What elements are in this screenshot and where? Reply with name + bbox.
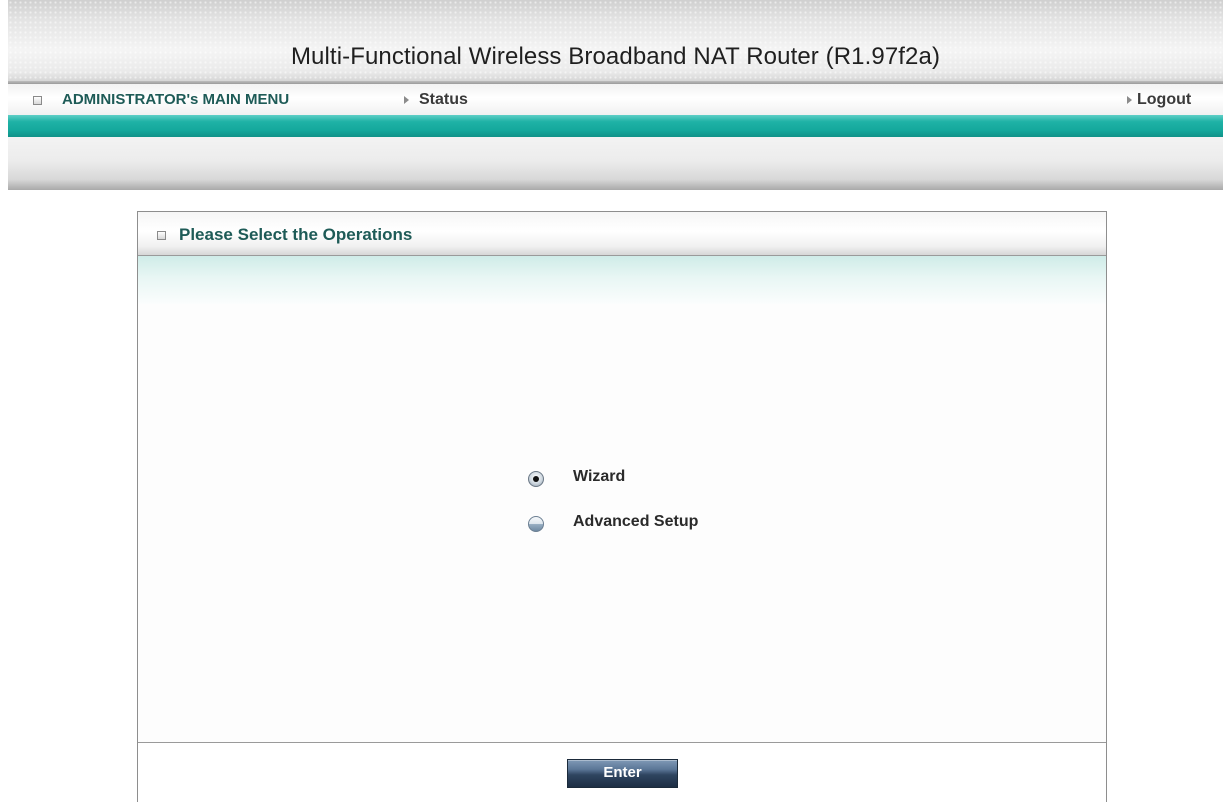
admin-main-menu-label: ADMINISTRATOR's MAIN MENU: [62, 91, 290, 108]
teal-accent-band: [8, 115, 1223, 137]
arrow-right-icon: [404, 96, 409, 104]
square-bullet-icon: [157, 231, 166, 240]
wizard-label[interactable]: Wizard: [573, 468, 625, 486]
enter-button[interactable]: Enter: [567, 759, 678, 788]
header-title-bar: Multi-Functional Wireless Broadband NAT …: [8, 0, 1223, 84]
main-nav-bar: ADMINISTRATOR's MAIN MENU Status Logout: [8, 84, 1223, 115]
wizard-radio-button[interactable]: [528, 471, 544, 487]
logout-link[interactable]: Logout: [1137, 91, 1191, 109]
operations-panel: Please Select the Operations Wizard Adva…: [137, 211, 1107, 802]
panel-title: Please Select the Operations: [179, 225, 413, 244]
square-bullet-icon: [33, 96, 42, 105]
arrow-right-icon: [1127, 96, 1132, 104]
page-title: Multi-Functional Wireless Broadband NAT …: [290, 43, 941, 70]
panel-header: Please Select the Operations: [138, 212, 1106, 256]
panel-header-glow: [138, 256, 1106, 304]
advanced-setup-radio-button[interactable]: [528, 516, 544, 532]
router-admin-page: Multi-Functional Wireless Broadband NAT …: [0, 0, 1223, 812]
advanced-setup-label[interactable]: Advanced Setup: [573, 513, 698, 531]
grey-header-band: [8, 137, 1223, 190]
panel-footer: Enter: [138, 742, 1106, 802]
status-link[interactable]: Status: [419, 91, 468, 109]
